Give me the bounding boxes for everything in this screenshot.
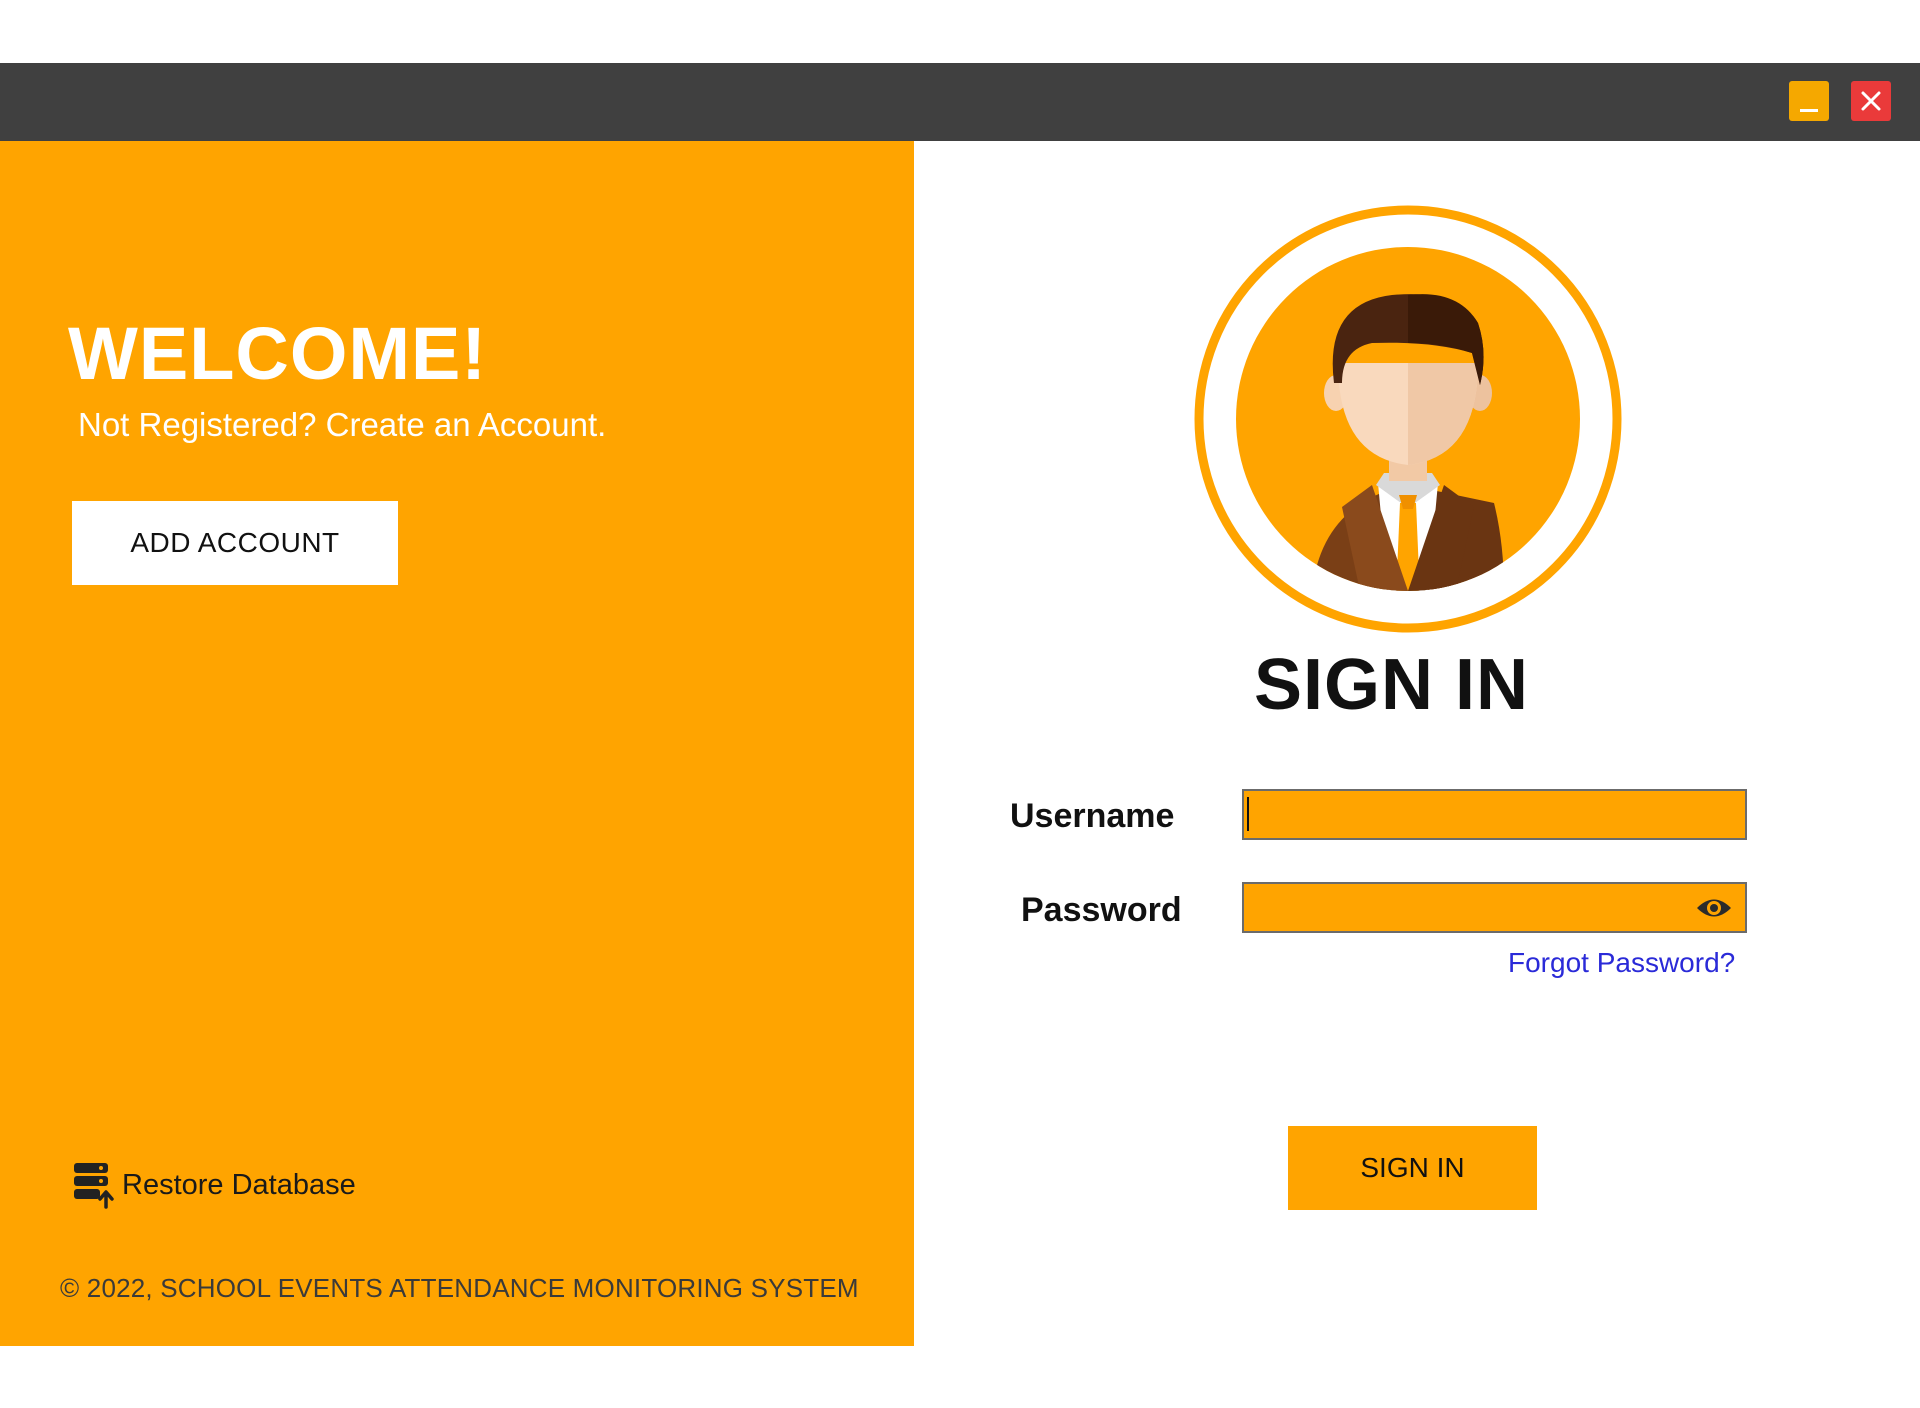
forgot-password-link[interactable]: Forgot Password? [1508, 947, 1735, 979]
title-bar[interactable] [0, 63, 1920, 141]
register-prompt: Not Registered? Create an Account. [78, 406, 607, 443]
restore-database-label: Restore Database [122, 1168, 356, 1201]
restore-database-link[interactable]: Restore Database [72, 1161, 356, 1209]
username-label: Username [1010, 797, 1175, 835]
sign-in-heading: SIGN IN [1254, 645, 1530, 725]
text-cursor [1247, 797, 1249, 831]
username-input[interactable] [1242, 789, 1747, 840]
add-account-button[interactable]: ADD ACCOUNT [72, 501, 398, 585]
sign-in-button[interactable]: SIGN IN [1288, 1126, 1537, 1210]
password-input[interactable] [1242, 882, 1747, 933]
show-password-eye-icon[interactable] [1695, 893, 1733, 923]
user-avatar-icon [1194, 205, 1622, 633]
minimize-icon [1800, 109, 1818, 112]
sign-in-panel: SIGN IN Username Password Forgot Passwor… [914, 141, 1920, 1346]
copyright-text: © 2022, SCHOOL EVENTS ATTENDANCE MONITOR… [60, 1273, 859, 1303]
login-window: WELCOME! Not Registered? Create an Accou… [0, 63, 1920, 1346]
welcome-panel: WELCOME! Not Registered? Create an Accou… [0, 141, 914, 1346]
close-icon [1861, 91, 1881, 111]
database-upload-icon [74, 1163, 114, 1209]
minimize-button[interactable] [1789, 81, 1829, 121]
password-label: Password [1021, 891, 1182, 929]
welcome-heading: WELCOME! [68, 312, 488, 395]
close-button[interactable] [1851, 81, 1891, 121]
